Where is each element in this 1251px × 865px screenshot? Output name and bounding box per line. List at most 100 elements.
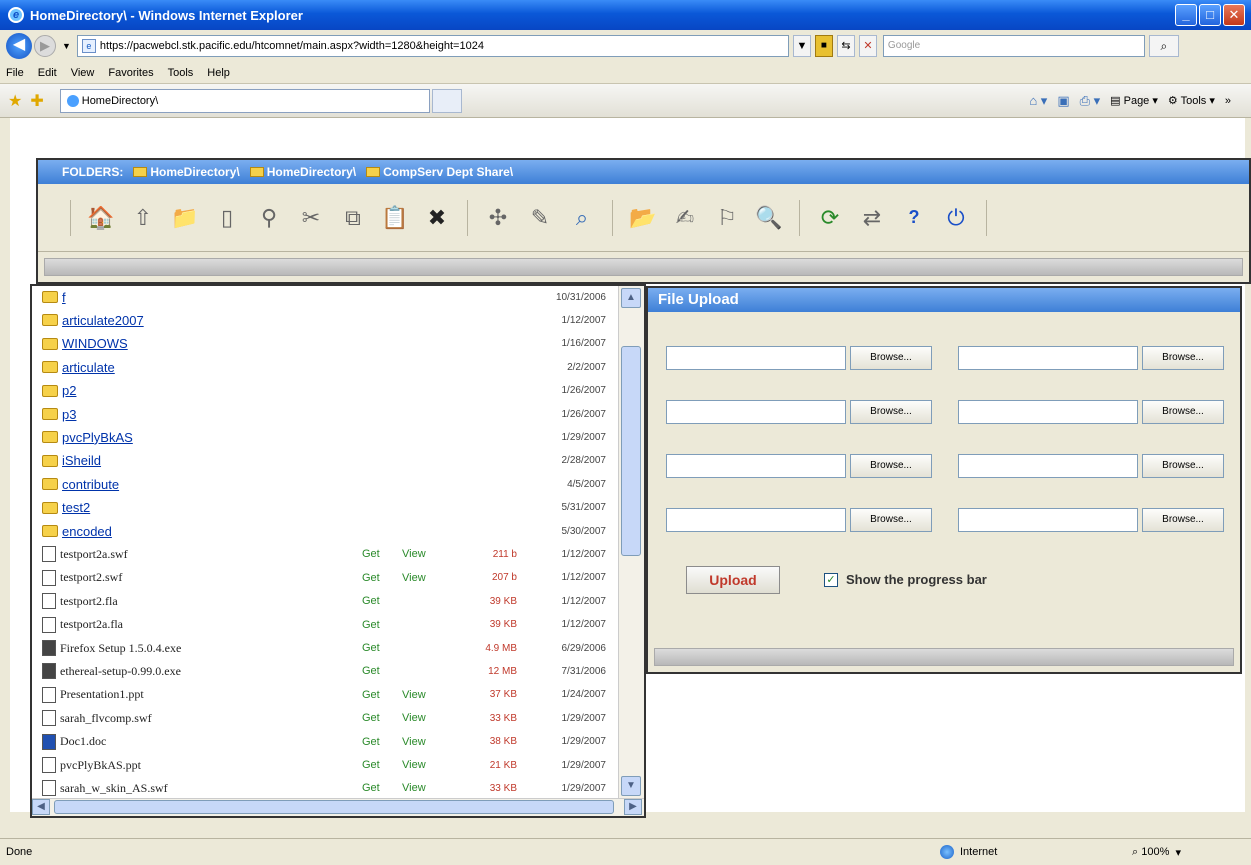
folder-row[interactable]: test2 5/31/2007 <box>32 497 612 519</box>
file-row[interactable]: pvcPlyBkAS.ppt Get View 21 KB 1/29/2007 <box>32 754 612 776</box>
scroll-thumb[interactable] <box>54 800 614 814</box>
breadcrumb-item[interactable]: HomeDirectory\ <box>133 165 240 179</box>
scroll-down-arrow[interactable]: ▼ <box>621 776 641 796</box>
folder-name[interactable]: p2 <box>42 383 76 398</box>
view-link[interactable]: View <box>402 759 426 771</box>
file-list-horizontal-scrollbar[interactable]: ◀ ▶ <box>32 798 644 816</box>
scroll-up-arrow[interactable]: ▲ <box>621 288 641 308</box>
help-icon[interactable]: ? <box>900 204 928 232</box>
file-row[interactable]: sarah_flvcomp.swf Get View 33 KB 1/29/20… <box>32 707 612 729</box>
folder-row[interactable]: iSheild 2/28/2007 <box>32 450 612 472</box>
file-path-input[interactable] <box>958 508 1138 532</box>
get-link[interactable]: Get <box>362 689 380 701</box>
new-file-icon[interactable]: ▯ <box>213 204 241 232</box>
breadcrumb-item[interactable]: HomeDirectory\ <box>249 165 356 179</box>
up-folder-icon[interactable]: ⇧ <box>129 204 157 232</box>
browse-button[interactable]: Browse... <box>1142 508 1224 532</box>
folder-name[interactable]: pvcPlyBkAS <box>42 430 133 445</box>
file-list-vertical-scrollbar[interactable]: ▲ ▼ <box>618 286 644 798</box>
file-row[interactable]: Firefox Setup 1.5.0.4.exe Get 4.9 MB 6/2… <box>32 637 612 659</box>
new-folder-icon[interactable]: 📁 <box>171 204 199 232</box>
folder-row[interactable]: f 10/31/2006 <box>32 286 612 308</box>
view-link[interactable]: View <box>402 712 426 724</box>
get-link[interactable]: Get <box>362 572 380 584</box>
folder-row[interactable]: pvcPlyBkAS 1/29/2007 <box>32 426 612 448</box>
home-directory-icon[interactable]: 🏠 <box>87 204 115 232</box>
more-commands-icon[interactable]: » <box>1225 95 1231 107</box>
address-bar[interactable]: e https://pacwebcl.stk.pacific.edu/htcom… <box>76 35 789 57</box>
menu-help[interactable]: Help <box>207 67 230 79</box>
file-row[interactable]: testport2a.fla Get 39 KB 1/12/2007 <box>32 614 612 636</box>
security-zone[interactable]: Internet <box>940 845 997 859</box>
view-link[interactable]: View <box>402 736 426 748</box>
file-path-input[interactable] <box>958 400 1138 424</box>
upload-button[interactable]: Upload <box>686 566 780 594</box>
page-menu[interactable]: ▤ Page ▾ <box>1110 94 1158 107</box>
file-row[interactable]: ethereal-setup-0.99.0.exe Get 12 MB 7/31… <box>32 660 612 682</box>
get-link[interactable]: Get <box>362 642 380 654</box>
scroll-thumb[interactable] <box>621 346 641 556</box>
lock-icon[interactable]: ■ <box>814 35 833 57</box>
folder-link[interactable]: p3 <box>62 407 76 422</box>
folder-properties-icon[interactable]: 📂 <box>629 204 657 232</box>
folder-link[interactable]: contribute <box>62 477 119 492</box>
file-row[interactable]: testport2a.swf Get View 211 b 1/12/2007 <box>32 543 612 565</box>
cut-icon[interactable]: ✂ <box>297 204 325 232</box>
menu-favorites[interactable]: Favorites <box>108 67 153 79</box>
file-row[interactable]: testport2.swf Get View 207 b 1/12/2007 <box>32 567 612 589</box>
edit-permissions-icon[interactable]: ✍ <box>671 204 699 232</box>
folder-name[interactable]: contribute <box>42 477 119 492</box>
folder-name[interactable]: articulate2007 <box>42 313 144 328</box>
file-path-input[interactable] <box>958 346 1138 370</box>
file-path-input[interactable] <box>958 454 1138 478</box>
browse-button[interactable]: Browse... <box>850 400 932 424</box>
folder-link[interactable]: pvcPlyBkAS <box>62 430 133 445</box>
feeds-icon[interactable]: ▣ <box>1057 93 1069 109</box>
menu-tools[interactable]: Tools <box>168 67 194 79</box>
folder-row[interactable]: contribute 4/5/2007 <box>32 473 612 495</box>
folder-link[interactable]: p2 <box>62 383 76 398</box>
folder-row[interactable]: encoded 5/30/2007 <box>32 520 612 542</box>
scroll-left-arrow[interactable]: ◀ <box>32 799 50 815</box>
favorites-star-icon[interactable]: ★ <box>8 91 22 111</box>
back-button[interactable]: ◀ <box>6 33 32 59</box>
folder-name[interactable]: WINDOWS <box>42 336 128 351</box>
folder-row[interactable]: p2 1/26/2007 <box>32 380 612 402</box>
get-link[interactable]: Get <box>362 759 380 771</box>
rename-icon[interactable]: ✎ <box>526 204 554 232</box>
move-icon[interactable]: ✣ <box>484 204 512 232</box>
get-link[interactable]: Get <box>362 665 380 677</box>
menu-view[interactable]: View <box>71 67 95 79</box>
folder-link[interactable]: f <box>62 290 66 305</box>
search-input[interactable]: Google <box>882 35 1145 57</box>
file-row[interactable]: sarah_w_skin_AS.swf Get View 33 KB 1/29/… <box>32 777 612 798</box>
close-button[interactable]: ✕ <box>1223 4 1245 26</box>
stop-button[interactable]: ✕ <box>858 35 877 57</box>
maximize-button[interactable]: □ <box>1199 4 1221 26</box>
get-link[interactable]: Get <box>362 548 380 560</box>
browse-button[interactable]: Browse... <box>850 346 932 370</box>
browse-button[interactable]: Browse... <box>1142 346 1224 370</box>
folder-name[interactable]: iSheild <box>42 453 101 468</box>
tab-homedirectory[interactable]: HomeDirectory\ <box>59 88 430 113</box>
get-link[interactable]: Get <box>362 712 380 724</box>
view-link[interactable]: View <box>402 782 426 794</box>
refresh-icon[interactable]: ⟳ <box>816 204 844 232</box>
search-folder-icon[interactable]: 🔍 <box>755 204 783 232</box>
get-link[interactable]: Get <box>362 782 380 794</box>
get-link[interactable]: Get <box>362 595 380 607</box>
file-path-input[interactable] <box>666 346 846 370</box>
tools-menu[interactable]: ⚙ Tools ▾ <box>1168 94 1215 107</box>
share-icon[interactable]: ⚐ <box>713 204 741 232</box>
folder-link[interactable]: encoded <box>62 524 112 539</box>
copy-icon[interactable]: ⧉ <box>339 204 367 232</box>
view-link[interactable]: View <box>402 689 426 701</box>
breadcrumb-item[interactable]: CompServ Dept Share\ <box>366 165 513 179</box>
file-row[interactable]: testport2.fla Get 39 KB 1/12/2007 <box>32 590 612 612</box>
menu-file[interactable]: File <box>6 67 24 79</box>
zoom-control[interactable]: ⌕ 100% ▾ <box>1132 846 1181 859</box>
file-path-input[interactable] <box>666 454 846 478</box>
browse-button[interactable]: Browse... <box>1142 400 1224 424</box>
print-icon[interactable]: ⎙ ▾ <box>1080 93 1101 109</box>
paste-icon[interactable]: 📋 <box>381 204 409 232</box>
